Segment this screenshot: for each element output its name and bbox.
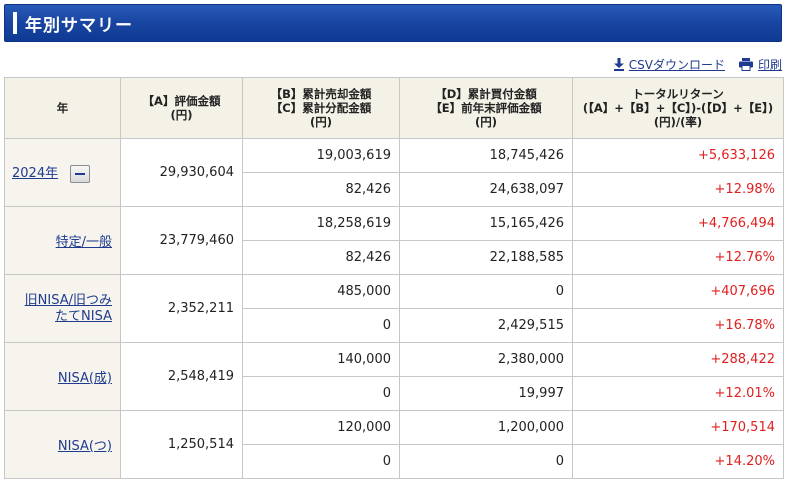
col-header-purchase-prev: 【D】累計買付金額 【E】前年末評価金額 (円) [399, 77, 573, 139]
sale-cell: 19,003,619 [242, 138, 400, 173]
csv-download-link[interactable]: CSVダウンロード [613, 56, 725, 73]
return-rate-cell: +16.78% [572, 308, 784, 343]
download-icon [613, 57, 624, 71]
header-accent-bar [13, 12, 17, 34]
return-yen-cell: +170,514 [572, 410, 784, 445]
table-row: 旧NISA/旧つみ たてNISA 2,352,211 485,000 0 +407… [4, 274, 784, 343]
table-row: 特定/一般 23,779,460 18,258,619 15,165,426 +… [4, 206, 784, 275]
table-row: NISA(成) 2,548,419 140,000 2,380,000 +288… [4, 342, 784, 411]
return-rate-cell: +12.76% [572, 240, 784, 275]
distribution-cell: 0 [242, 376, 400, 411]
prev-valuation-cell: 2,429,515 [399, 308, 573, 343]
print-label: 印刷 [757, 57, 782, 72]
sale-cell: 18,258,619 [242, 206, 400, 241]
sale-cell: 120,000 [242, 410, 400, 445]
purchase-cell: 2,380,000 [399, 342, 573, 377]
row-label-year: 2024年 [4, 138, 121, 207]
prev-valuation-cell: 24,638,097 [399, 172, 573, 207]
return-yen-cell: +4,766,494 [572, 206, 784, 241]
account-link-nisa-growth[interactable]: NISA(成) [58, 371, 112, 386]
account-link-old-nisa[interactable]: 旧NISA/旧つみ たてNISA [25, 293, 112, 325]
purchase-cell: 1,200,000 [399, 410, 573, 445]
row-label-account: 特定/一般 [4, 206, 121, 275]
return-yen-cell: +407,696 [572, 274, 784, 309]
account-link-nisa-tsumitate[interactable]: NISA(つ) [58, 439, 112, 454]
page-header: 年別サマリー [4, 4, 782, 42]
row-label-account: NISA(成) [4, 342, 121, 411]
prev-valuation-cell: 22,188,585 [399, 240, 573, 275]
table-row: NISA(つ) 1,250,514 120,000 1,200,000 +170… [4, 410, 784, 479]
distribution-cell: 0 [242, 308, 400, 343]
account-link-tokutei[interactable]: 特定/一般 [56, 235, 112, 250]
page-title: 年別サマリー [25, 15, 133, 36]
valuation-cell: 29,930,604 [120, 138, 243, 207]
row-label-account: 旧NISA/旧つみ たてNISA [4, 274, 121, 343]
return-rate-cell: +12.98% [572, 172, 784, 207]
col-header-sale-distribution: 【B】累計売却金額 【C】累計分配金額 (円) [242, 77, 400, 139]
year-link[interactable]: 2024年 [12, 166, 58, 181]
purchase-cell: 18,745,426 [399, 138, 573, 173]
prev-valuation-cell: 0 [399, 444, 573, 479]
col-header-valuation: 【A】評価金額 (円) [120, 77, 243, 139]
valuation-cell: 2,548,419 [120, 342, 243, 411]
return-rate-cell: +14.20% [572, 444, 784, 479]
distribution-cell: 82,426 [242, 172, 400, 207]
distribution-cell: 82,426 [242, 240, 400, 275]
printer-icon [738, 57, 753, 71]
minus-icon [75, 172, 86, 175]
valuation-cell: 23,779,460 [120, 206, 243, 275]
purchase-cell: 0 [399, 274, 573, 309]
purchase-cell: 15,165,426 [399, 206, 573, 241]
prev-valuation-cell: 19,997 [399, 376, 573, 411]
return-rate-cell: +12.01% [572, 376, 784, 411]
row-label-account: NISA(つ) [4, 410, 121, 479]
sale-cell: 485,000 [242, 274, 400, 309]
col-header-year: 年 [4, 77, 121, 139]
valuation-cell: 1,250,514 [120, 410, 243, 479]
annual-summary-table: 年 【A】評価金額 (円) 【B】累計売却金額 【C】累計分配金額 (円) 【D… [4, 77, 784, 479]
sale-cell: 140,000 [242, 342, 400, 377]
table-row: 2024年 29,930,604 19,003,619 18,745,426 +… [4, 138, 784, 207]
return-yen-cell: +288,422 [572, 342, 784, 377]
table-header-row: 年 【A】評価金額 (円) 【B】累計売却金額 【C】累計分配金額 (円) 【D… [4, 77, 784, 139]
csv-download-label: CSVダウンロード [628, 57, 725, 72]
toolbar: CSVダウンロード 印刷 [613, 55, 782, 73]
valuation-cell: 2,352,211 [120, 274, 243, 343]
print-link[interactable]: 印刷 [738, 56, 782, 73]
return-yen-cell: +5,633,126 [572, 138, 784, 173]
col-header-total-return: トータルリターン (【A】+【B】+【C】)-(【D】+【E】) (円)/(率) [572, 77, 784, 139]
distribution-cell: 0 [242, 444, 400, 479]
collapse-button[interactable] [70, 164, 91, 183]
